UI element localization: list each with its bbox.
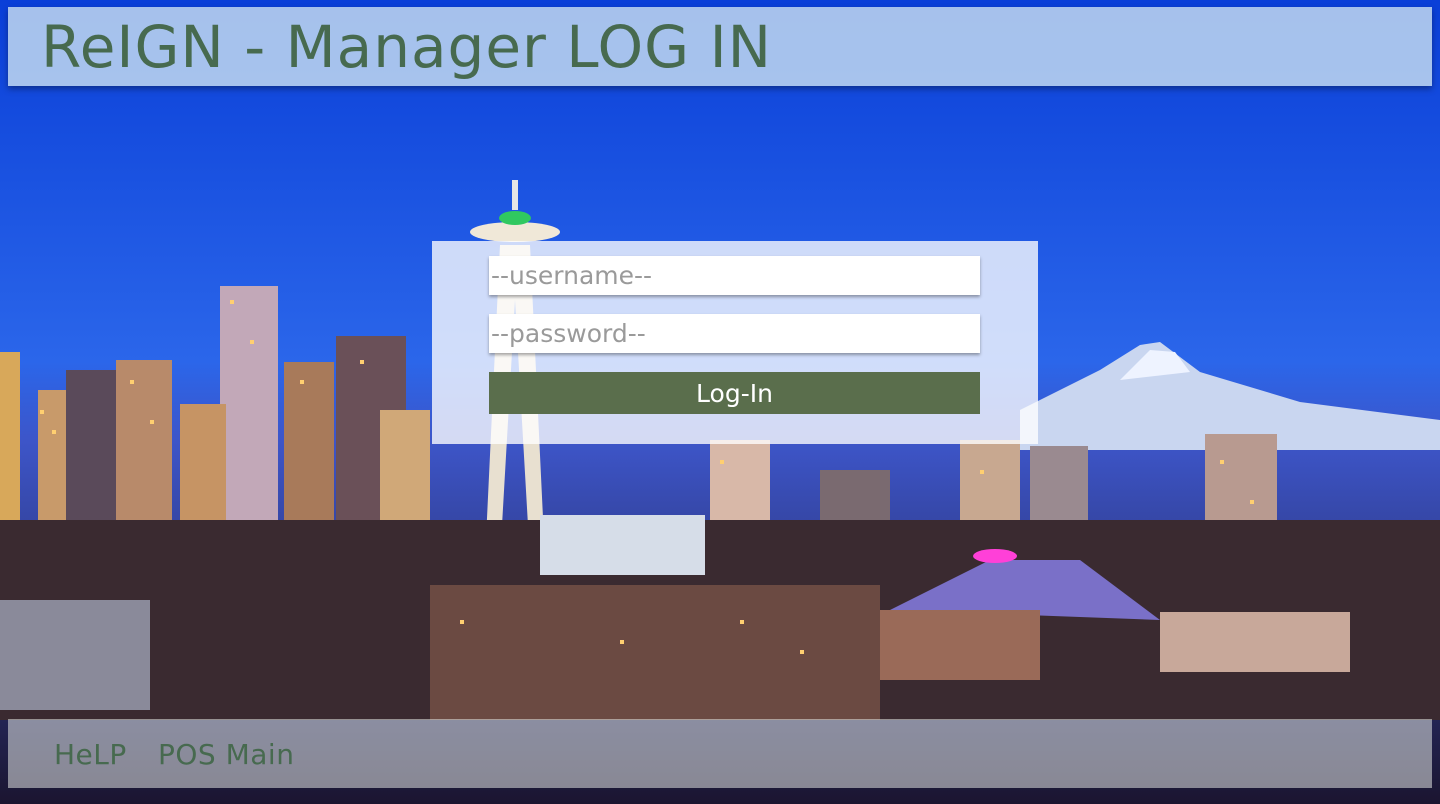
username-input[interactable] [489, 256, 980, 295]
header-bar: ReIGN - Manager LOG IN [8, 7, 1432, 86]
help-link[interactable]: HeLP [54, 738, 127, 771]
login-button[interactable]: Log-In [489, 372, 980, 414]
pos-main-link[interactable]: POS Main [158, 738, 294, 771]
password-input[interactable] [489, 314, 980, 353]
login-form: Log-In [432, 241, 1038, 444]
page-title: ReIGN - Manager LOG IN [41, 13, 773, 81]
footer-bar: HeLP POS Main [8, 719, 1432, 788]
